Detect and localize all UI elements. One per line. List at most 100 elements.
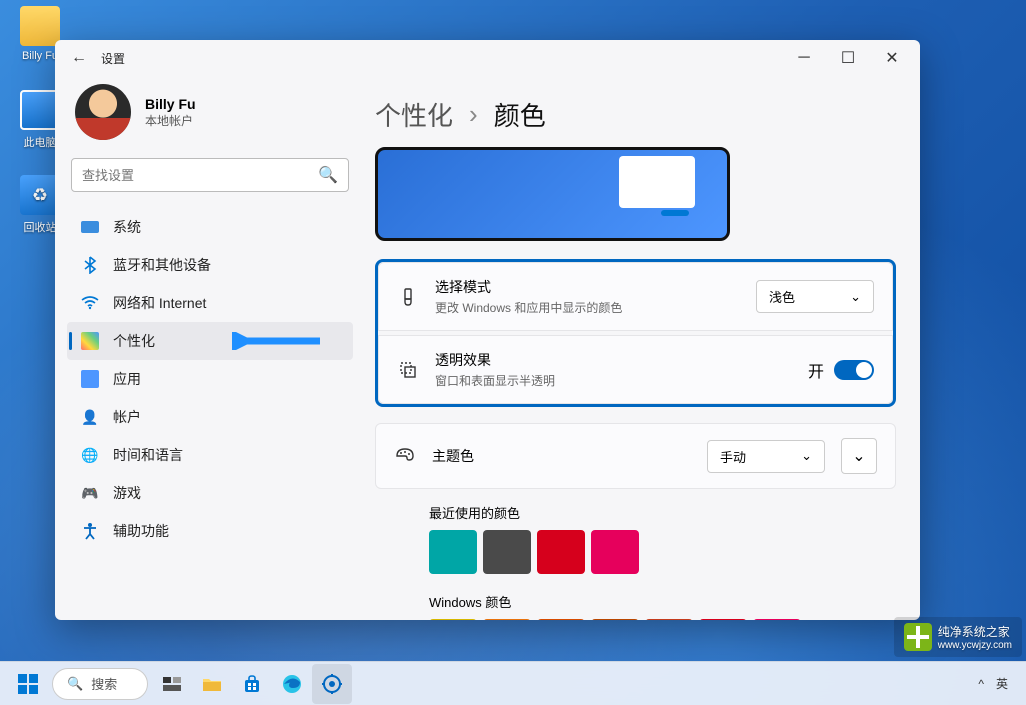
color-swatch[interactable] <box>429 619 477 620</box>
color-swatch[interactable] <box>537 530 585 574</box>
highlighted-settings: 选择模式 更改 Windows 和应用中显示的颜色 浅色 ⌄ 透明效果 窗口和表… <box>375 259 896 407</box>
apps-icon <box>81 370 99 388</box>
sidebar-item-label: 帐户 <box>113 407 141 427</box>
profile[interactable]: Billy Fu 本地帐户 <box>67 80 353 158</box>
dropdown-value: 浅色 <box>769 287 795 306</box>
sidebar-item-label: 游戏 <box>113 483 141 503</box>
color-swatch[interactable] <box>483 619 531 620</box>
maximize-button[interactable]: ☐ <box>826 43 870 73</box>
color-swatch[interactable] <box>753 619 801 620</box>
toggle-state: 开 <box>808 358 824 382</box>
tray-chevron[interactable]: ^ <box>978 677 984 691</box>
search-input[interactable] <box>82 168 318 183</box>
sidebar-item-label: 蓝牙和其他设备 <box>113 255 211 275</box>
sidebar-item-personalization[interactable]: 个性化 <box>67 322 353 360</box>
accessibility-icon <box>81 522 99 540</box>
recent-colors <box>429 530 896 574</box>
close-button[interactable]: ✕ <box>870 43 914 73</box>
search-icon: 🔍 <box>318 165 338 185</box>
gaming-icon: 🎮 <box>81 484 99 502</box>
search-icon: 🔍 <box>67 676 83 692</box>
setting-title: 选择模式 <box>435 277 740 297</box>
transparency-toggle[interactable] <box>834 360 874 380</box>
color-swatch[interactable] <box>591 619 639 620</box>
color-swatch[interactable] <box>483 530 531 574</box>
mode-dropdown[interactable]: 浅色 ⌄ <box>756 280 874 313</box>
annotation-arrow <box>232 332 322 350</box>
back-button[interactable]: ← <box>61 43 97 73</box>
sidebar-item-label: 网络和 Internet <box>113 293 206 313</box>
color-swatch[interactable] <box>429 530 477 574</box>
watermark-logo <box>904 623 932 651</box>
recycle-icon <box>20 175 60 215</box>
setting-subtitle: 窗口和表面显示半透明 <box>435 372 792 389</box>
sidebar-item-label: 应用 <box>113 369 141 389</box>
sidebar-item-accessibility[interactable]: 辅助功能 <box>67 512 353 550</box>
pc-icon <box>20 90 60 130</box>
chevron-right-icon: › <box>469 99 478 130</box>
setting-subtitle: 更改 Windows 和应用中显示的颜色 <box>435 299 740 316</box>
system-icon <box>81 221 99 233</box>
watermark-brand: 纯净系统之家 <box>938 623 1012 640</box>
avatar <box>75 84 131 140</box>
titlebar: ← 设置 ─ ☐ ✕ <box>55 40 920 76</box>
sidebar-item-label: 个性化 <box>113 331 155 351</box>
transparency-icon <box>397 361 419 379</box>
profile-name: Billy Fu <box>145 96 196 112</box>
chevron-down-icon: ⌄ <box>801 448 812 464</box>
windows-colors-title: Windows 颜色 <box>429 592 896 611</box>
taskbar: 🔍 搜索 ^ 英 <box>0 661 1026 705</box>
taskbar-search[interactable]: 🔍 搜索 <box>52 668 148 700</box>
sidebar-item-bluetooth[interactable]: 蓝牙和其他设备 <box>67 246 353 284</box>
dropdown-value: 手动 <box>720 447 746 466</box>
sidebar: Billy Fu 本地帐户 🔍 系统 蓝牙和其他设备 <box>55 76 365 620</box>
settings-taskbar-button[interactable] <box>312 664 352 704</box>
breadcrumb: 个性化 › 颜色 <box>375 76 896 147</box>
account-icon: 👤 <box>81 408 99 426</box>
sidebar-item-gaming[interactable]: 🎮 游戏 <box>67 474 353 512</box>
window-title: 设置 <box>101 50 125 67</box>
color-swatch[interactable] <box>591 530 639 574</box>
color-swatch[interactable] <box>645 619 693 620</box>
personalization-icon <box>81 332 99 350</box>
color-swatch[interactable] <box>699 619 747 620</box>
minimize-button[interactable]: ─ <box>782 43 826 73</box>
search-box[interactable]: 🔍 <box>71 158 349 192</box>
explorer-button[interactable] <box>192 664 232 704</box>
breadcrumb-current: 颜色 <box>494 96 546 133</box>
color-swatch[interactable] <box>537 619 585 620</box>
chevron-down-icon: ⌄ <box>852 446 865 466</box>
palette-icon <box>394 447 416 465</box>
task-view-button[interactable] <box>152 664 192 704</box>
chevron-down-icon: ⌄ <box>850 289 861 305</box>
sidebar-item-system[interactable]: 系统 <box>67 208 353 246</box>
watermark-url: www.ycwjzy.com <box>938 640 1012 651</box>
color-preview <box>375 147 730 241</box>
content-area: 个性化 › 颜色 选择模式 更改 Windows 和应用中显示的颜色 <box>365 76 920 620</box>
folder-icon <box>20 6 60 46</box>
wifi-icon <box>81 294 99 312</box>
setting-transparency[interactable]: 透明效果 窗口和表面显示半透明 开 <box>378 335 893 404</box>
start-button[interactable] <box>8 664 48 704</box>
edge-button[interactable] <box>272 664 312 704</box>
sidebar-item-time[interactable]: 🌐 时间和语言 <box>67 436 353 474</box>
brush-icon <box>397 287 419 307</box>
breadcrumb-parent[interactable]: 个性化 <box>375 96 453 133</box>
setting-title: 主题色 <box>432 446 691 466</box>
expand-button[interactable]: ⌄ <box>841 438 877 474</box>
sidebar-item-label: 辅助功能 <box>113 521 169 541</box>
accent-dropdown[interactable]: 手动 ⌄ <box>707 440 825 473</box>
bluetooth-icon <box>81 256 99 274</box>
taskbar-search-label: 搜索 <box>91 674 117 693</box>
store-button[interactable] <box>232 664 272 704</box>
sidebar-item-accounts[interactable]: 👤 帐户 <box>67 398 353 436</box>
setting-title: 透明效果 <box>435 350 792 370</box>
globe-icon: 🌐 <box>81 446 99 464</box>
settings-window: ← 设置 ─ ☐ ✕ Billy Fu 本地帐户 🔍 系统 <box>55 40 920 620</box>
sidebar-item-label: 时间和语言 <box>113 445 183 465</box>
ime-indicator[interactable]: 英 <box>996 675 1008 692</box>
setting-accent[interactable]: 主题色 手动 ⌄ ⌄ <box>375 423 896 489</box>
setting-mode[interactable]: 选择模式 更改 Windows 和应用中显示的颜色 浅色 ⌄ <box>378 262 893 331</box>
sidebar-item-apps[interactable]: 应用 <box>67 360 353 398</box>
sidebar-item-network[interactable]: 网络和 Internet <box>67 284 353 322</box>
